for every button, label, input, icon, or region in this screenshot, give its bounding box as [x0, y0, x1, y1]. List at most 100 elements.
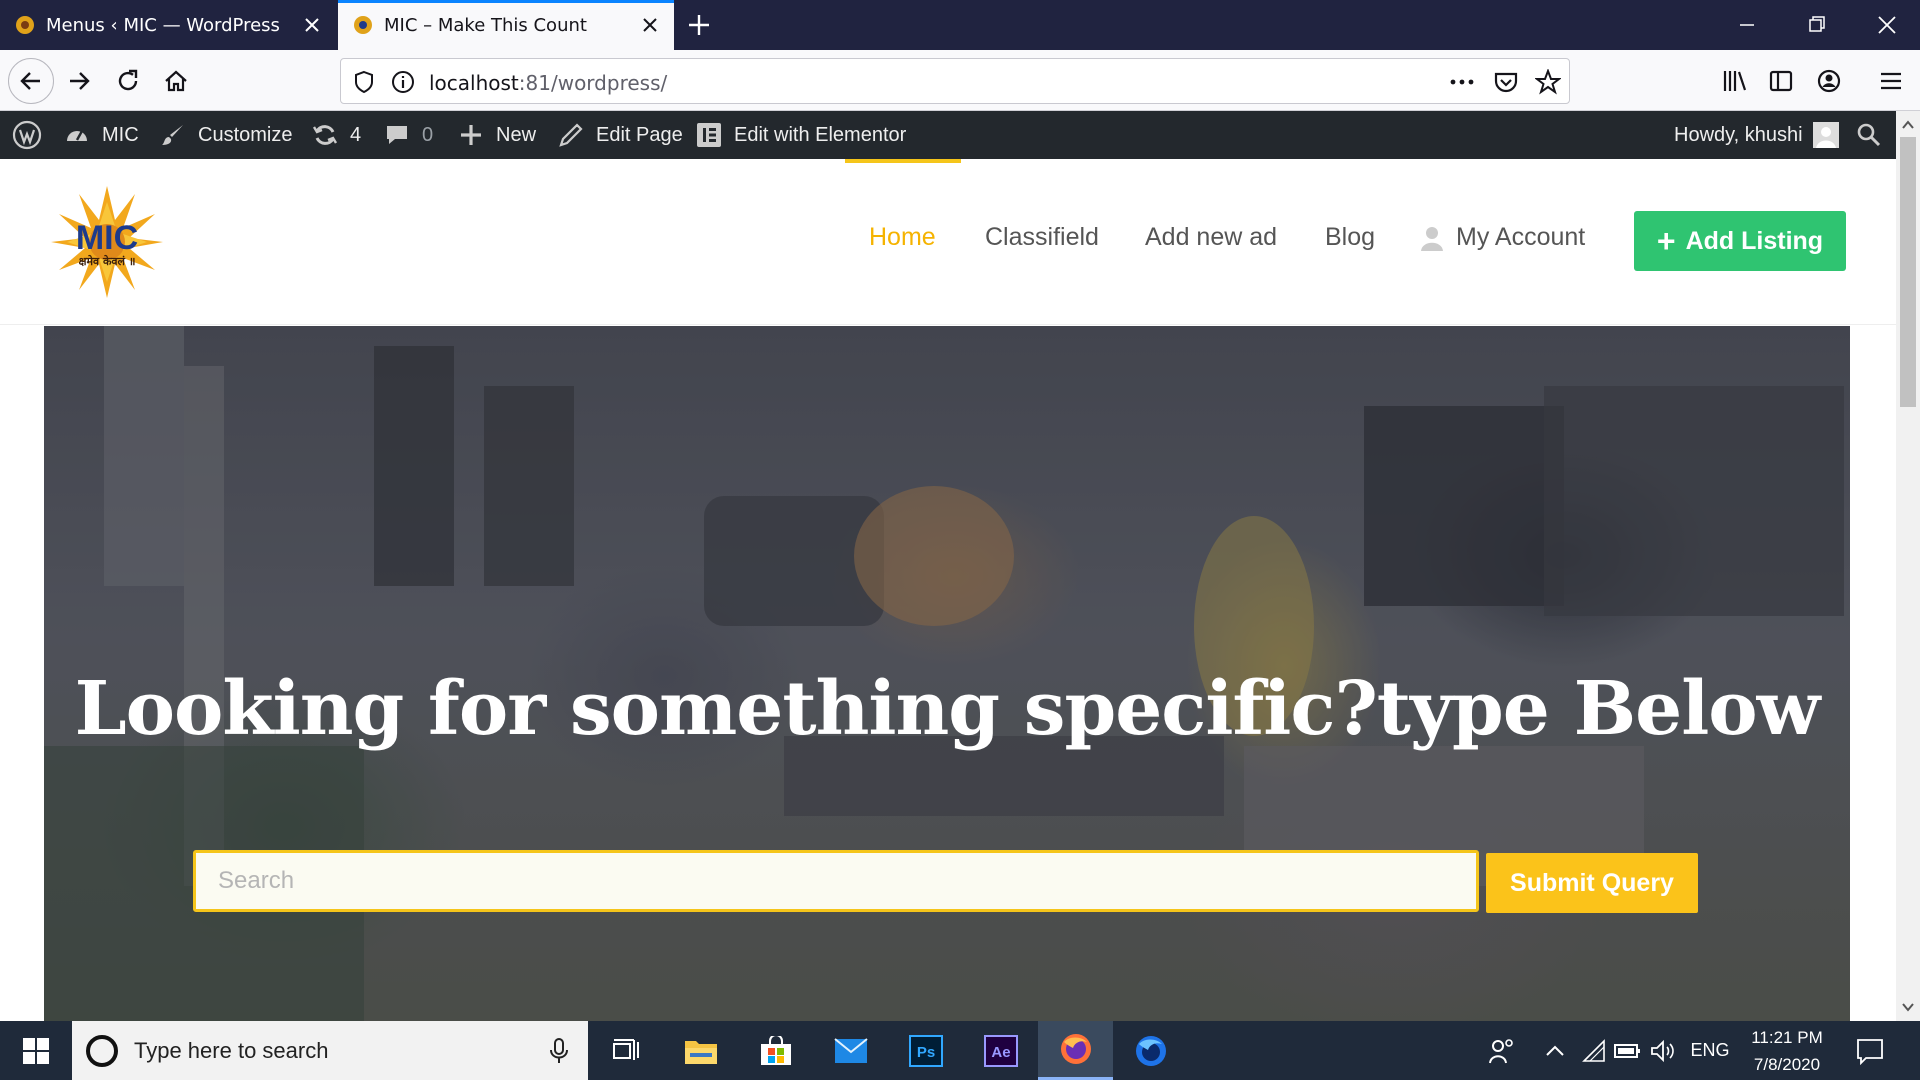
firefox-developer-button[interactable] [1113, 1021, 1188, 1080]
firefox-developer-icon [1135, 1035, 1166, 1066]
after-effects-label: Ae [991, 1044, 1010, 1061]
comments-count: 0 [422, 123, 434, 146]
nav-home[interactable]: Home [869, 223, 936, 252]
nav-add-new-ad[interactable]: Add new ad [1145, 223, 1277, 252]
back-button[interactable] [8, 58, 54, 104]
submit-query-button[interactable]: Submit Query [1486, 853, 1698, 913]
system-clock[interactable]: 11:21 PM 7/8/2020 [1740, 1021, 1834, 1080]
site-favicon-icon [16, 16, 34, 34]
howdy-user-menu[interactable]: Howdy, khushi [1674, 111, 1839, 159]
logo-subtitle: क्षमेव केवलं ॥ [79, 254, 136, 268]
after-effects-button[interactable]: Ae [963, 1021, 1038, 1080]
nav-blog[interactable]: Blog [1325, 223, 1375, 252]
battery-icon[interactable] [1614, 1041, 1642, 1061]
dashboard-gauge-icon [67, 130, 87, 141]
home-button[interactable] [159, 64, 193, 98]
add-listing-label: Add Listing [1685, 226, 1824, 255]
firefox-icon [1060, 1034, 1091, 1064]
logo-text: MIC [76, 219, 138, 257]
tab-title: MIC – Make This Count [384, 14, 587, 36]
shield-icon[interactable] [353, 70, 375, 94]
bookmark-star-icon[interactable] [1535, 69, 1561, 95]
new-content-link[interactable]: New [458, 111, 536, 159]
photoshop-button[interactable]: Ps [888, 1021, 963, 1080]
search-icon[interactable] [1856, 122, 1882, 148]
input-language[interactable]: ENG [1688, 1021, 1732, 1080]
wifi-icon[interactable] [1582, 1039, 1606, 1063]
sidebar-icon[interactable] [1768, 68, 1794, 94]
scroll-down-icon[interactable] [1902, 1001, 1914, 1013]
library-icon[interactable] [1722, 68, 1748, 94]
search-input[interactable] [193, 850, 1479, 912]
close-icon[interactable] [640, 15, 660, 35]
site-logo[interactable]: MIC क्षमेव केवलं ॥ [48, 183, 166, 301]
firefox-button[interactable] [1038, 1021, 1113, 1080]
hamburger-menu-icon[interactable] [1878, 68, 1904, 94]
minimize-icon[interactable] [1734, 12, 1760, 38]
comment-bubble-icon [387, 126, 407, 144]
url-text[interactable]: localhost:81/wordpress/ [429, 71, 667, 95]
close-icon[interactable] [302, 15, 322, 35]
microsoft-store-button[interactable] [738, 1021, 813, 1080]
page-scrollbar[interactable] [1896, 111, 1920, 1021]
scroll-up-icon[interactable] [1902, 119, 1914, 131]
add-listing-button[interactable]: + Add Listing [1634, 211, 1846, 271]
customize-label: Customize [198, 123, 293, 146]
mail-envelope-icon [833, 1037, 868, 1063]
account-icon[interactable] [1816, 68, 1842, 94]
home-icon [165, 70, 187, 92]
chevron-up-icon[interactable] [1544, 1041, 1566, 1061]
wordpress-logo-button[interactable] [12, 111, 42, 159]
clock-time: 11:21 PM [1751, 1027, 1823, 1047]
new-tab-plus-icon[interactable] [686, 12, 712, 38]
updates-link[interactable]: 4 [312, 111, 361, 159]
restore-icon[interactable] [1804, 12, 1830, 38]
edit-page-link[interactable]: Edit Page [558, 111, 683, 159]
task-view-icon [612, 1038, 639, 1060]
hero-section: Looking for something specific?type Belo… [44, 326, 1850, 1021]
cortana-icon [86, 1034, 118, 1067]
avatar [1812, 122, 1839, 148]
notifications-icon[interactable] [1856, 1037, 1884, 1065]
reload-icon [118, 69, 138, 91]
more-actions-icon[interactable] [1449, 71, 1475, 93]
arrow-left-icon [20, 72, 40, 90]
forward-button[interactable] [62, 64, 96, 98]
new-label: New [496, 123, 537, 146]
user-icon [1421, 226, 1443, 251]
people-icon[interactable] [1488, 1037, 1516, 1065]
info-icon[interactable] [391, 70, 415, 94]
pocket-icon[interactable] [1493, 70, 1519, 94]
tab-menus[interactable]: Menus ‹ MIC — WordPress [0, 0, 336, 50]
photoshop-label: Ps [916, 1044, 934, 1061]
nav-classifield[interactable]: Classifield [985, 223, 1099, 252]
wordpress-icon [12, 120, 42, 150]
customize-link[interactable]: Customize [160, 111, 292, 159]
plus-icon: + [1656, 222, 1676, 259]
reload-button[interactable] [111, 64, 145, 98]
nav-my-account[interactable]: My Account [1420, 223, 1585, 252]
site-name-link[interactable]: MIC [64, 111, 139, 159]
updates-icon [312, 125, 338, 145]
updates-count: 4 [350, 123, 362, 146]
photoshop-icon: Ps [908, 1034, 943, 1067]
browser-toolbar: localhost:81/wordpress/ [0, 50, 1920, 111]
site-header: MIC क्षमेव केवलं ॥ Home Classifield Add … [0, 159, 1896, 325]
task-view-button[interactable] [588, 1021, 663, 1080]
taskbar-search-placeholder: Type here to search [134, 1037, 329, 1063]
microphone-icon[interactable] [548, 1037, 570, 1064]
scrollbar-thumb[interactable] [1900, 137, 1916, 407]
start-button[interactable] [0, 1021, 72, 1080]
browser-tab-strip: Menus ‹ MIC — WordPress MIC – Make This … [0, 0, 1920, 50]
window-close-icon[interactable] [1874, 12, 1900, 38]
volume-icon[interactable] [1650, 1039, 1676, 1063]
address-bar[interactable]: localhost:81/wordpress/ [340, 58, 1570, 104]
edit-with-elementor-link[interactable]: Edit with Elementor [696, 111, 906, 159]
tab-mic-make-this-count[interactable]: MIC – Make This Count [338, 0, 674, 50]
url-path: :81/wordpress/ [518, 71, 668, 95]
comments-link[interactable]: 0 [384, 111, 433, 159]
file-explorer-button[interactable] [663, 1021, 738, 1080]
wp-admin-bar: MIC Customize 4 0 New Edit Page Edit wit… [0, 111, 1920, 159]
mail-button[interactable] [813, 1021, 888, 1080]
taskbar-search-box[interactable]: Type here to search [72, 1021, 588, 1080]
